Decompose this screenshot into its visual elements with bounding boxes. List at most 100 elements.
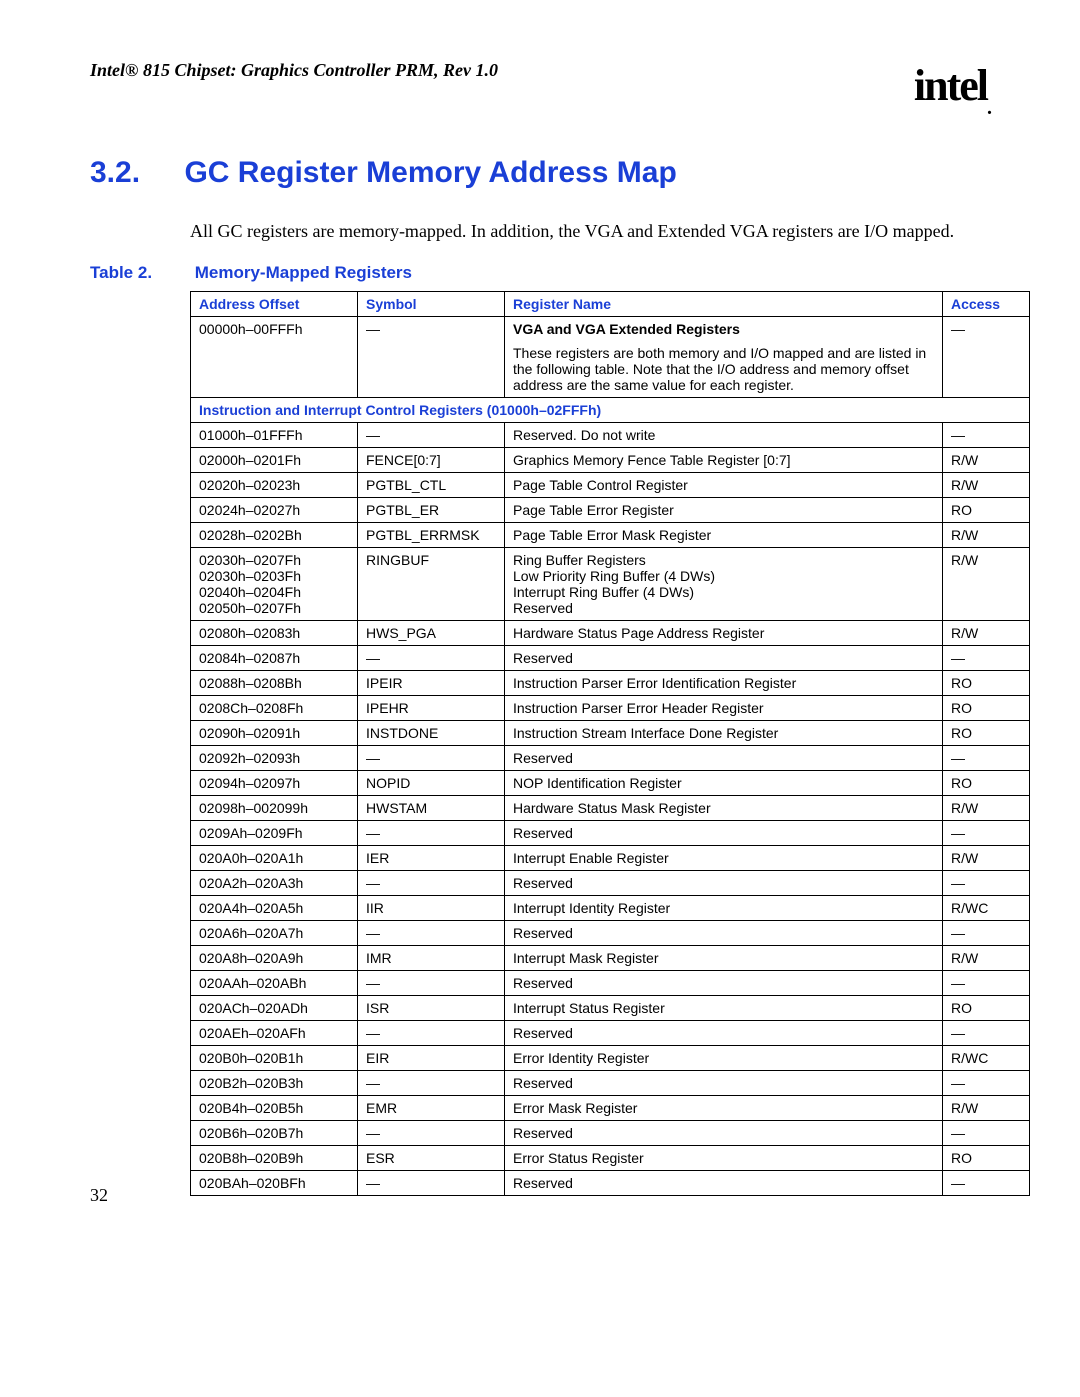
table-row: 02028h–0202BhPGTBL_ERRMSKPage Table Erro… [191,523,1030,548]
cell-name: NOP Identification Register [505,771,943,796]
cell-name: Graphics Memory Fence Table Register [0:… [505,448,943,473]
cell-access: — [943,646,1030,671]
cell-symbol: — [358,1121,505,1146]
cell-name: Instruction Parser Error Identification … [505,671,943,696]
section-heading: 3.2. GC Register Memory Address Map [90,156,990,190]
cell-name: Interrupt Mask Register [505,946,943,971]
cell-symbol: EMR [358,1096,505,1121]
cell-access: RO [943,771,1030,796]
cell-symbol: INSTDONE [358,721,505,746]
cell-name: Page Table Error Mask Register [505,523,943,548]
cell-address: 02028h–0202Bh [191,523,358,548]
cell-name: Reserved [505,1171,943,1196]
cell-name: Error Identity Register [505,1046,943,1071]
cell-address: 02094h–02097h [191,771,358,796]
cell-address: 02030h–0207Fh 02030h–0203Fh 02040h–0204F… [191,548,358,621]
cell-symbol: — [358,746,505,771]
cell-address: 02020h–02023h [191,473,358,498]
cell-address: 020B0h–020B1h [191,1046,358,1071]
table-row: 01000h–01FFFh—Reserved. Do not write— [191,423,1030,448]
table-caption-label: Table 2. [90,263,190,283]
cell-address: 02090h–02091h [191,721,358,746]
cell-name: Page Table Control Register [505,473,943,498]
cell-address: 020A6h–020A7h [191,921,358,946]
cell-name: Reserved [505,646,943,671]
table-row: 020A0h–020A1hIERInterrupt Enable Registe… [191,846,1030,871]
cell-symbol: IMR [358,946,505,971]
cell-name: Reserved [505,871,943,896]
cell-name: Ring Buffer Registers Low Priority Ring … [505,548,943,621]
table-row: 02020h–02023hPGTBL_CTLPage Table Control… [191,473,1030,498]
table-row: 02030h–0207Fh 02030h–0203Fh 02040h–0204F… [191,548,1030,621]
cell-access: R/W [943,1096,1030,1121]
table-row: 020A2h–020A3h—Reserved— [191,871,1030,896]
cell-access: — [943,1021,1030,1046]
cell-name: Reserved [505,921,943,946]
cell-symbol: ESR [358,1146,505,1171]
cell-symbol: IPEIR [358,671,505,696]
cell-address: 020B6h–020B7h [191,1121,358,1146]
cell-address: 020B8h–020B9h [191,1146,358,1171]
table-row: 02094h–02097hNOPIDNOP Identification Reg… [191,771,1030,796]
page: Intel® 815 Chipset: Graphics Controller … [0,0,1080,1236]
cell-symbol: ISR [358,996,505,1021]
cell-access: — [943,971,1030,996]
cell-symbol: — [358,1021,505,1046]
cell-access: R/W [943,846,1030,871]
cell-address: 0209Ah–0209Fh [191,821,358,846]
cell-address: 01000h–01FFFh [191,423,358,448]
table-row: 00000h–00FFFh — VGA and VGA Extended Reg… [191,317,1030,398]
cell-address: 02092h–02093h [191,746,358,771]
cell-symbol: — [358,971,505,996]
cell-address: 02000h–0201Fh [191,448,358,473]
cell-name: Reserved [505,1121,943,1146]
cell-address: 02024h–02027h [191,498,358,523]
cell-address: 02084h–02087h [191,646,358,671]
table-caption: Table 2. Memory-Mapped Registers [90,263,990,283]
table-row: 020B4h–020B5hEMRError Mask RegisterR/W [191,1096,1030,1121]
col-header-address: Address Offset [191,292,358,317]
cell-symbol: — [358,423,505,448]
table-row: 020ACh–020ADhISRInterrupt Status Registe… [191,996,1030,1021]
table-row: 020A8h–020A9hIMRInterrupt Mask RegisterR… [191,946,1030,971]
cell-name: Interrupt Enable Register [505,846,943,871]
cell-access: RO [943,696,1030,721]
table-row: 02084h–02087h—Reserved— [191,646,1030,671]
registers-table: Address Offset Symbol Register Name Acce… [190,291,1030,1196]
cell-name: Reserved [505,821,943,846]
table-row: 020A4h–020A5hIIRInterrupt Identity Regis… [191,896,1030,921]
cell-access: — [943,1171,1030,1196]
cell-access: R/W [943,473,1030,498]
table-row: 0209Ah–0209Fh—Reserved— [191,821,1030,846]
cell-symbol: RINGBUF [358,548,505,621]
page-number: 32 [90,1185,108,1206]
table-row: 02092h–02093h—Reserved— [191,746,1030,771]
cell-symbol: — [358,1171,505,1196]
table-row: 020AAh–020ABh—Reserved— [191,971,1030,996]
cell-symbol: — [358,1071,505,1096]
cell-access: R/W [943,796,1030,821]
cell-address: 020ACh–020ADh [191,996,358,1021]
cell-name: VGA and VGA Extended Registers These reg… [505,317,943,398]
table-section-header: Instruction and Interrupt Control Regist… [191,398,1030,423]
cell-name: Reserved [505,1021,943,1046]
cell-access: RO [943,996,1030,1021]
table-section-row: Instruction and Interrupt Control Regist… [191,398,1030,423]
cell-name: Reserved [505,1071,943,1096]
cell-name: Instruction Stream Interface Done Regist… [505,721,943,746]
cell-access: — [943,921,1030,946]
cell-access: R/W [943,448,1030,473]
cell-name: Reserved [505,746,943,771]
cell-access: R/W [943,523,1030,548]
cell-symbol: PGTBL_ERRMSK [358,523,505,548]
section-number: 3.2. [90,156,180,190]
table-row: 020B0h–020B1hEIRError Identity RegisterR… [191,1046,1030,1071]
cell-access: — [943,317,1030,398]
cell-address: 020AAh–020ABh [191,971,358,996]
table-row: 02090h–02091hINSTDONEInstruction Stream … [191,721,1030,746]
section-title: GC Register Memory Address Map [184,156,676,190]
cell-access: R/W [943,621,1030,646]
cell-name: Hardware Status Mask Register [505,796,943,821]
cell-address: 020AEh–020AFh [191,1021,358,1046]
col-header-symbol: Symbol [358,292,505,317]
